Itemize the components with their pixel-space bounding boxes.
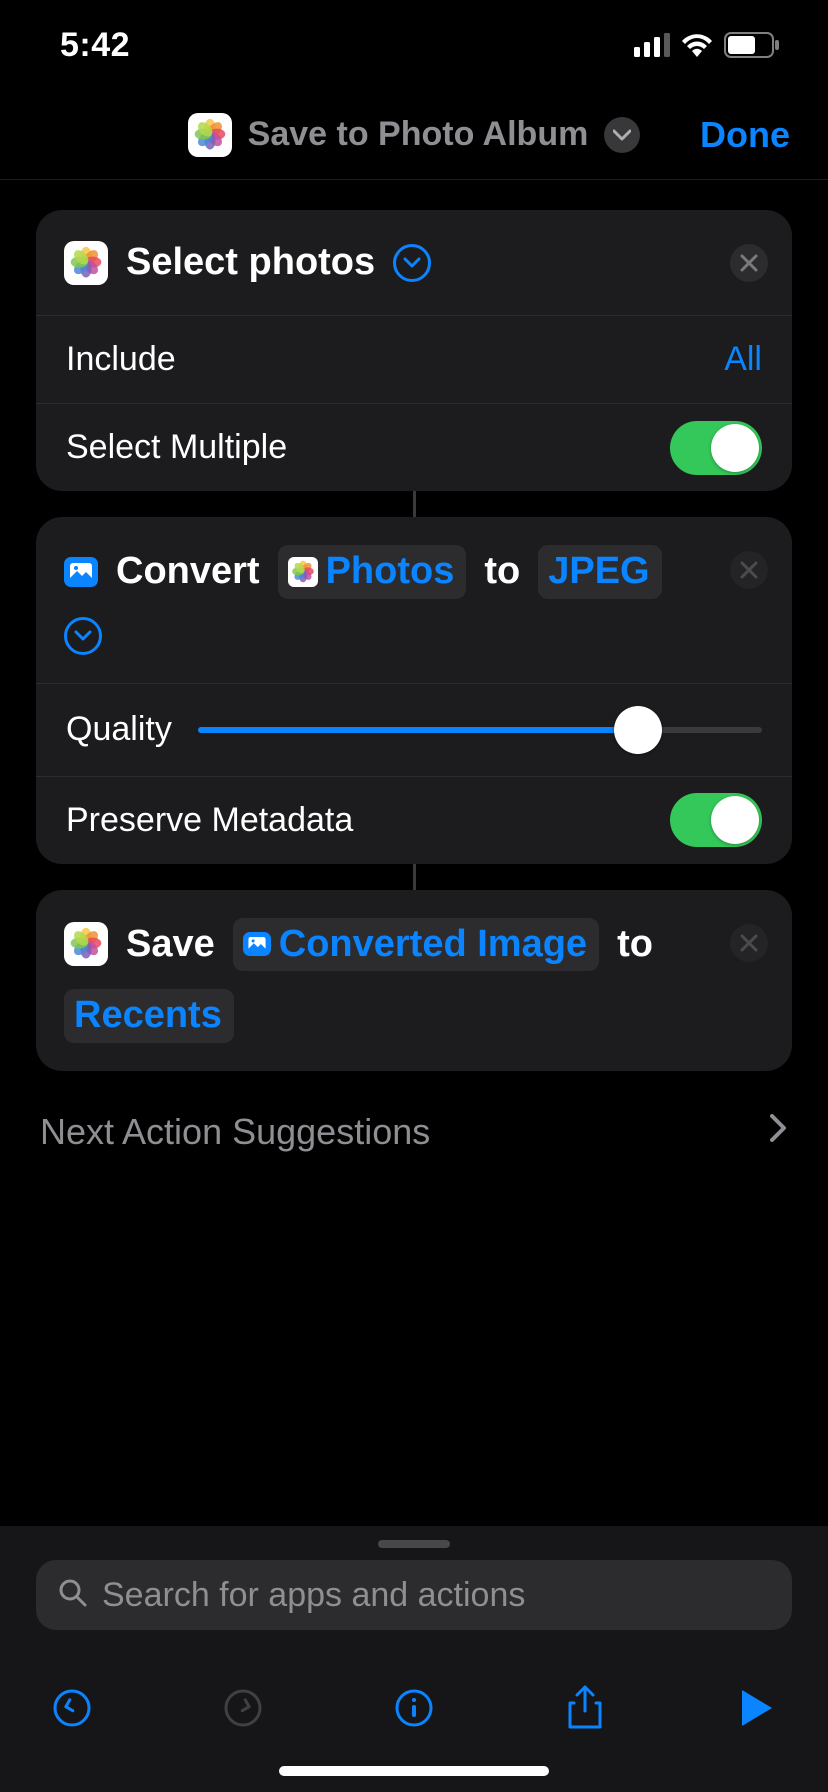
select-multiple-toggle[interactable] [670,421,762,475]
include-row[interactable]: Include All [36,315,792,403]
close-icon[interactable] [730,924,768,962]
run-button[interactable] [732,1684,780,1732]
photos-app-icon [64,922,108,966]
token-label: JPEG [548,547,649,596]
select-multiple-label: Select Multiple [66,428,287,467]
album-token[interactable]: Recents [64,989,234,1042]
input-variable-token[interactable]: Photos [278,545,467,598]
done-button[interactable]: Done [700,114,790,156]
suggestions-label: Next Action Suggestions [40,1111,430,1153]
next-action-suggestions[interactable]: Next Action Suggestions [36,1071,792,1153]
title-menu-chevron-icon[interactable] [604,117,640,153]
redo-button[interactable] [219,1684,267,1732]
connector-line [413,491,416,517]
toolbar [0,1654,828,1762]
status-bar: 5:42 [0,0,828,90]
search-field[interactable]: Search for apps and actions [36,1560,792,1630]
include-label: Include [66,340,176,379]
image-variable-icon [243,932,271,956]
preserve-metadata-row: Preserve Metadata [36,776,792,864]
status-time: 5:42 [60,26,130,65]
image-action-icon [64,557,98,587]
nav-bar: Save to Photo Album Done [0,90,828,180]
action-select-photos: Select photos Include All Select Multipl… [36,210,792,491]
action-header[interactable]: Save Converted Image to Recents [36,890,792,1071]
info-button[interactable] [390,1684,438,1732]
token-label: Recents [74,991,222,1040]
close-icon[interactable] [730,244,768,282]
workflow-content: Select photos Include All Select Multipl… [0,180,828,1153]
input-variable-token[interactable]: Converted Image [233,918,599,971]
wifi-icon [680,33,714,57]
action-header[interactable]: Select photos [36,210,792,315]
photos-app-icon [64,241,108,285]
save-prefix: Save [126,920,215,969]
token-label: Converted Image [279,920,587,969]
convert-mid: to [484,547,520,596]
search-icon [58,1578,88,1613]
status-icons [634,32,780,58]
sheet-grabber[interactable] [378,1540,450,1548]
home-indicator[interactable] [279,1766,549,1776]
photos-app-icon [288,557,318,587]
action-save-to-album: Save Converted Image to Recents [36,890,792,1071]
action-title: Select photos [126,238,375,287]
convert-prefix: Convert [116,547,260,596]
include-value[interactable]: All [724,340,762,379]
preserve-metadata-toggle[interactable] [670,793,762,847]
cellular-icon [634,33,670,57]
undo-button[interactable] [48,1684,96,1732]
battery-icon [724,32,780,58]
quality-row: Quality [36,683,792,776]
share-button[interactable] [561,1684,609,1732]
format-token[interactable]: JPEG [538,545,661,598]
token-label: Photos [326,547,455,596]
photos-app-icon [188,113,232,157]
chevron-right-icon [768,1111,788,1153]
nav-title-group[interactable]: Save to Photo Album [188,113,641,157]
expand-chevron-icon[interactable] [64,617,102,655]
select-multiple-row: Select Multiple [36,403,792,491]
quality-slider[interactable] [198,708,762,752]
action-convert-image: Convert Photos to [36,517,792,863]
bottom-sheet: Search for apps and actions [0,1526,828,1792]
action-header[interactable]: Convert Photos to [36,517,792,682]
search-placeholder: Search for apps and actions [102,1576,525,1615]
save-mid: to [617,920,653,969]
preserve-metadata-label: Preserve Metadata [66,801,353,840]
shortcut-title: Save to Photo Album [248,115,589,154]
connector-line [413,864,416,890]
expand-chevron-icon[interactable] [393,244,431,282]
quality-label: Quality [66,710,172,749]
